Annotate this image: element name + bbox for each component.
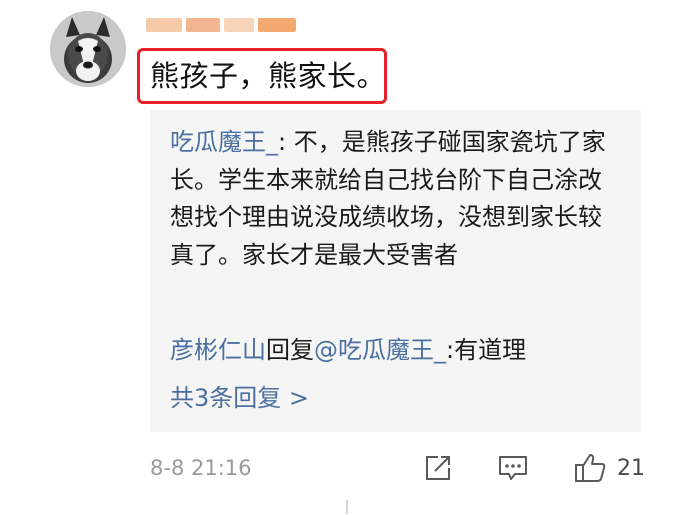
bottom-divider (346, 500, 348, 514)
like-button[interactable]: 21 (573, 451, 645, 485)
husky-avatar-icon (50, 11, 126, 87)
comment-icon (499, 456, 527, 480)
timestamp: 8-8 21:16 (150, 456, 252, 480)
username-redacted (146, 10, 296, 36)
more-replies-link[interactable]: 共3条回复 > (170, 382, 309, 414)
subreply-item[interactable]: 彦彬仁山回复@吃瓜魔王_:有道理 (170, 334, 526, 366)
share-button[interactable] (423, 451, 453, 485)
like-count: 21 (617, 455, 645, 481)
thumbs-up-icon (575, 454, 606, 482)
avatar[interactable] (50, 11, 126, 87)
reply-author-link[interactable]: 吃瓜魔王_ (170, 128, 278, 156)
reply-box[interactable]: 吃瓜魔王_: 不，是熊孩子碰国家瓷坑了家长。学生本来就给自己找台阶下自己涂改想找… (150, 110, 641, 432)
comment-text: 熊孩子，熊家长。 (150, 59, 387, 93)
subreply-body: :有道理 (446, 336, 527, 364)
share-icon (426, 456, 450, 480)
reply-item[interactable]: 吃瓜魔王_: 不，是熊孩子碰国家瓷坑了家长。学生本来就给自己找台阶下自己涂改想找… (170, 124, 625, 274)
subreply-mention-link[interactable]: @吃瓜魔王_ (314, 336, 446, 364)
subreply-reply-word: 回复 (266, 336, 314, 364)
subreply-author-link[interactable]: 彦彬仁山 (170, 336, 266, 364)
comment-button[interactable] (497, 451, 529, 485)
